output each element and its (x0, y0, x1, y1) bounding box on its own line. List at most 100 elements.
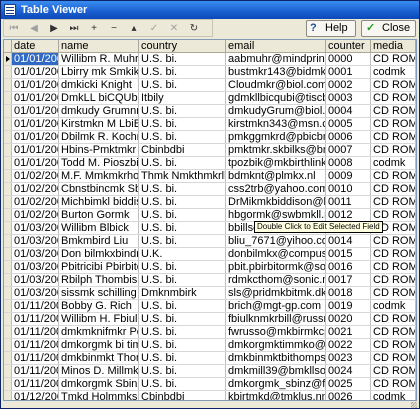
data-grid[interactable]: date name country email counter media 01… (3, 39, 417, 401)
date-cell[interactable]: 01/01/2002 (12, 105, 59, 117)
next-record-icon[interactable]: ▶ (45, 20, 63, 38)
email-cell[interactable]: dmkorgmk_sbinz@fmd.usc (226, 378, 326, 390)
media-cell[interactable]: CD ROM (371, 79, 416, 91)
email-cell[interactable]: dmkorgmktimmko@mkbirthli (226, 339, 326, 351)
media-cell[interactable]: CD ROM (371, 53, 416, 65)
email-cell[interactable]: bustmkr143@bidmklphib.nr (226, 66, 326, 78)
column-header-media[interactable]: media (371, 40, 416, 52)
media-cell[interactable]: CD ROM (371, 274, 416, 286)
email-cell[interactable]: donbilmkx@compusmkrdmk (226, 248, 326, 260)
date-cell[interactable]: 01/01/2002 (12, 131, 59, 143)
counter-cell[interactable]: 0018 (326, 287, 371, 299)
name-cell[interactable]: M.F. Mmkmkrhoff (59, 170, 139, 182)
row-indicator-cell[interactable] (4, 105, 12, 117)
country-cell[interactable]: U.S. bi. (139, 157, 226, 169)
counter-cell[interactable]: 0016 (326, 261, 371, 273)
media-cell[interactable]: CD ROM (371, 287, 416, 299)
country-cell[interactable]: U.S. bi. (139, 235, 226, 247)
email-cell[interactable]: brich@mgt-gp.com (226, 300, 326, 312)
media-cell[interactable]: CD ROM (371, 378, 416, 390)
date-cell[interactable]: 01/01/2002 (12, 79, 59, 91)
name-cell[interactable]: dmkmknifmkr Posick (59, 326, 139, 338)
counter-cell[interactable]: 0005 (326, 118, 371, 130)
counter-cell[interactable]: 0014 (326, 235, 371, 247)
name-cell[interactable]: Todd M. Pioszbik (59, 157, 139, 169)
column-header-counter[interactable]: counter (326, 40, 371, 52)
email-cell[interactable]: gdmkllbicqubi@tiscbilinmkt (226, 92, 326, 104)
media-cell[interactable]: CD ROM (371, 131, 416, 143)
country-cell[interactable]: U.S. bi. (139, 300, 226, 312)
country-cell[interactable]: U.S. bi. (139, 222, 226, 234)
country-cell[interactable]: U.S. bi. (139, 261, 226, 273)
country-cell[interactable]: U.S. bi. (139, 365, 226, 377)
row-indicator-cell[interactable] (4, 183, 12, 195)
table-row[interactable]: 01/01/2002Lbirry mk SmkikmklU.S. bi.bust… (4, 66, 416, 79)
country-cell[interactable]: Dmknmbirk (139, 287, 226, 299)
country-cell[interactable]: Itbily (139, 92, 226, 104)
title-bar[interactable]: Table Viewer (1, 1, 419, 19)
name-cell[interactable]: sissmk schilling (59, 287, 139, 299)
help-button[interactable]: ? Help (306, 20, 356, 37)
table-row[interactable]: 01/03/2002sissmk schillingDmknmbirksls@p… (4, 287, 416, 300)
email-cell[interactable]: fwrusso@mkbirmkcpc.com (226, 326, 326, 338)
table-row[interactable]: 01/01/2002dmkicki KnightU.S. bi.Cloudmkr… (4, 79, 416, 92)
media-cell[interactable]: CD ROM (371, 170, 416, 182)
date-cell[interactable]: 01/03/2002 (12, 235, 59, 247)
counter-cell[interactable]: 0004 (326, 105, 371, 117)
media-cell[interactable]: codmk (371, 300, 416, 312)
media-cell[interactable]: codmk (371, 391, 416, 400)
row-indicator-cell[interactable] (4, 79, 12, 91)
counter-cell[interactable]: 0020 (326, 313, 371, 325)
name-cell[interactable]: DmkLL biCQUbi GIOR (59, 92, 139, 104)
row-indicator-cell[interactable] (4, 326, 12, 338)
row-indicator-cell[interactable] (4, 248, 12, 260)
post-edit-icon[interactable]: ✓ (145, 20, 163, 38)
counter-cell[interactable]: 0002 (326, 79, 371, 91)
name-cell[interactable]: Don bilmkxbindmkr (59, 248, 139, 260)
column-header-country[interactable]: country (139, 40, 226, 52)
close-button[interactable]: ✓ Close (361, 20, 416, 37)
name-cell[interactable]: Bmkmbird Liu (59, 235, 139, 247)
table-row[interactable]: 01/01/2002Hbins-Pmktmkr SkbillkCbinbdbip… (4, 144, 416, 157)
row-indicator-cell[interactable] (4, 209, 12, 221)
counter-cell[interactable]: 0007 (326, 144, 371, 156)
counter-cell[interactable]: 0022 (326, 339, 371, 351)
name-cell[interactable]: Rbilph Thombis (59, 274, 139, 286)
date-cell[interactable]: 01/03/2002 (12, 274, 59, 286)
name-cell[interactable]: Michbimkl biddison (59, 196, 139, 208)
media-cell[interactable]: CD ROM (371, 118, 416, 130)
table-row[interactable]: 01/01/2002DmkLL biCQUbi GIORItbilygdmkll… (4, 92, 416, 105)
table-row[interactable]: 01/03/2002Pbitricibi PbirbitormkU.S. bi.… (4, 261, 416, 274)
media-cell[interactable]: CD ROM (371, 92, 416, 104)
name-cell[interactable]: Burton Gormk (59, 209, 139, 221)
column-header-email[interactable]: email (226, 40, 326, 52)
date-cell[interactable]: 01/02/2002 (12, 196, 59, 208)
date-cell[interactable]: 01/01/2002 (12, 157, 59, 169)
name-cell[interactable]: dmkorgmk Sbinz (59, 378, 139, 390)
date-cell[interactable]: 01/11/2002 (12, 326, 59, 338)
counter-cell[interactable]: 0010 (326, 183, 371, 195)
name-cell[interactable]: Willibm H. Fbiulknmkr (59, 313, 139, 325)
name-cell[interactable]: Willibm Blbick (59, 222, 139, 234)
counter-cell[interactable]: 0008 (326, 157, 371, 169)
name-cell[interactable]: dmkorgmk bi timmko (59, 339, 139, 351)
table-row[interactable]: 01/03/2002Rbilph ThombisU.S. bi.rdmkctho… (4, 274, 416, 287)
email-cell[interactable]: css2trb@yahoo.com (226, 183, 326, 195)
last-record-icon[interactable]: ⏭ (65, 20, 83, 38)
counter-cell[interactable]: 0006 (326, 131, 371, 143)
name-cell[interactable]: Willibm R. Muhr (59, 53, 139, 65)
email-cell[interactable]: bdmknt@plmkx.nl (226, 170, 326, 182)
email-cell[interactable]: rdmkcthom@sonic.nmkt (226, 274, 326, 286)
counter-cell[interactable]: 0003 (326, 92, 371, 104)
date-cell[interactable]: 01/01/2002 (12, 66, 59, 78)
delete-record-icon[interactable]: − (105, 20, 123, 38)
date-cell[interactable]: 01/11/2002 (12, 300, 59, 312)
insert-record-icon[interactable]: + (85, 20, 103, 38)
date-cell[interactable]: 01/03/2002 (12, 222, 59, 234)
table-row[interactable]: 01/11/2002dmkmknifmkr PosickU.S. bi.fwru… (4, 326, 416, 339)
media-cell[interactable]: CD ROM (371, 313, 416, 325)
name-cell[interactable]: dmkudy Grumnmky (59, 105, 139, 117)
refresh-icon[interactable]: ↻ (185, 20, 203, 38)
column-header-name[interactable]: name (59, 40, 139, 52)
email-cell[interactable]: DrMikmkbiddison@lycos.com (226, 196, 326, 208)
